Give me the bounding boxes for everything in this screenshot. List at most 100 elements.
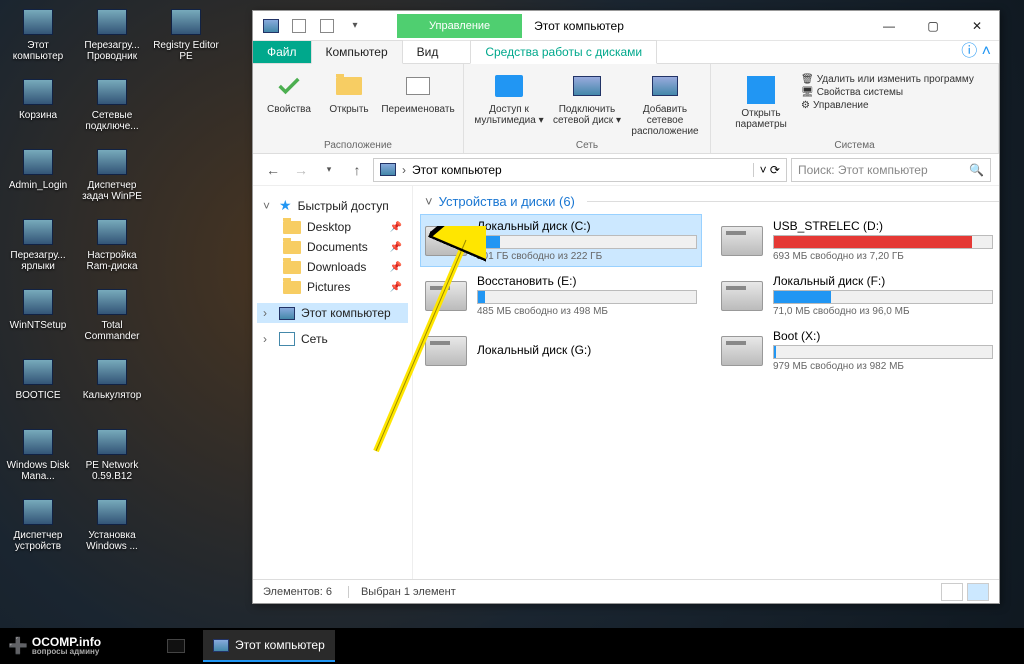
desktop-icon[interactable]: Перезагру... ярлыки (4, 214, 72, 282)
ribbon-rename-button[interactable]: Переименовать (381, 68, 455, 117)
desktop-icon[interactable]: Registry Editor PE (152, 4, 220, 72)
drive-item[interactable]: Восстановить (E:)485 МБ свободно из 498 … (421, 270, 701, 321)
folder-icon (283, 221, 301, 234)
recent-dropdown[interactable]: ▾ (317, 158, 341, 182)
nav-quick-item[interactable]: Documents📌 (257, 237, 408, 257)
file-explorer-window: ▾ Управление Этот компьютер — ▢ ✕ Файл К… (252, 10, 1000, 604)
status-bar: Элементов: 6 Выбран 1 элемент (253, 579, 999, 603)
capacity-bar (773, 235, 993, 249)
desktop-icon[interactable]: Корзина (4, 74, 72, 142)
address-bar[interactable]: › Этот компьютер ˅ ⟳ (373, 158, 787, 182)
ribbon-tabs: Файл Компьютер Вид Средства работы с дис… (253, 41, 999, 64)
app-icon (22, 286, 54, 318)
search-input[interactable]: Поиск: Этот компьютер 🔍 (791, 158, 991, 182)
drive-item[interactable]: USB_STRELEC (D:)693 МБ свободно из 7,20 … (717, 215, 997, 266)
ribbon-uninstall-link[interactable]: 🗑Удалить или изменить программу (801, 74, 974, 85)
drive-icon (721, 281, 763, 311)
view-tiles-button[interactable] (967, 583, 989, 601)
capacity-bar (477, 235, 697, 249)
desktop-icon[interactable]: Настройка Ram-диска (78, 214, 146, 282)
cmd-icon (167, 639, 185, 653)
rename-icon (402, 70, 434, 102)
capacity-bar (477, 290, 697, 304)
tab-drive-tools[interactable]: Средства работы с дисками (470, 40, 657, 64)
qat-dropdown[interactable]: ▾ (343, 15, 367, 37)
drive-item[interactable]: Локальный диск (G:) (421, 325, 701, 376)
nav-this-pc[interactable]: › Этот компьютер (257, 303, 408, 323)
desktop-icon[interactable]: Сетевые подключе... (78, 74, 146, 142)
desktop-icon[interactable]: Диспетчер устройств (4, 494, 72, 562)
pin-icon: 📌 (390, 262, 402, 273)
taskbar-explorer-button[interactable]: Этот компьютер (203, 630, 335, 662)
desktop-icon[interactable]: Total Commander (78, 284, 146, 352)
ribbon-sysprops-link[interactable]: 🖥Свойства системы (801, 87, 974, 98)
ribbon-add-location-button[interactable]: Добавить сетевое расположение (628, 68, 702, 139)
taskbar-cmd-button[interactable] (157, 630, 195, 662)
desktop-icon[interactable]: Диспетчер задач WinPE (78, 144, 146, 212)
nav-quick-item[interactable]: Downloads📌 (257, 257, 408, 277)
drive-item[interactable]: Локальный диск (F:)71,0 МБ свободно из 9… (717, 270, 997, 321)
desktop-icon[interactable]: Калькулятор (78, 354, 146, 422)
nav-quick-item[interactable]: Desktop📌 (257, 217, 408, 237)
drive-icon (721, 226, 763, 256)
nav-quick-item[interactable]: Pictures📌 (257, 277, 408, 297)
ribbon-open-button[interactable]: Открыть (321, 68, 377, 117)
view-details-button[interactable] (941, 583, 963, 601)
app-icon (96, 356, 128, 388)
nav-network[interactable]: › Сеть (257, 329, 408, 349)
desktop-icon[interactable]: Admin_Login (4, 144, 72, 212)
add-location-icon (649, 70, 681, 102)
manage-icon: ⚙ (801, 100, 810, 111)
titlebar: ▾ Управление Этот компьютер — ▢ ✕ (253, 11, 999, 41)
taskbar: ➕ OCOMP.info вопросы админу Этот компьют… (0, 628, 1024, 664)
navigation-bar: ← → ▾ ↑ › Этот компьютер ˅ ⟳ Поиск: Этот… (253, 154, 999, 186)
qat-btn[interactable] (315, 15, 339, 37)
chevron-right-icon: › (263, 306, 273, 320)
ribbon-settings-button[interactable]: Открыть параметры (729, 72, 793, 132)
desktop-icon[interactable]: Установка Windows ... (78, 494, 146, 562)
minimize-button[interactable]: — (867, 11, 911, 40)
desktop-icon[interactable]: Перезагру... Проводник (78, 4, 146, 72)
tab-file[interactable]: Файл (253, 41, 311, 63)
pc-icon (279, 307, 295, 320)
qat-btn[interactable] (287, 15, 311, 37)
app-icon (22, 76, 54, 108)
forward-button[interactable]: → (289, 158, 313, 182)
ribbon-map-drive-button[interactable]: Подключить сетевой диск ▾ (550, 68, 624, 128)
ribbon-manage-link[interactable]: ⚙Управление (801, 100, 974, 111)
ribbon: Свойства Открыть Переименовать Расположе… (253, 64, 999, 154)
app-icon (96, 6, 128, 38)
tab-computer[interactable]: Компьютер (311, 40, 403, 64)
desktop-icon[interactable]: Этот компьютер (4, 4, 72, 72)
ribbon-properties-button[interactable]: Свойства (261, 68, 317, 117)
ribbon-collapse-icon[interactable]: ⓘ ˄ (953, 35, 999, 63)
pin-icon: 📌 (390, 242, 402, 253)
group-header-devices[interactable]: ˅ Устройства и диски (6) (421, 194, 999, 209)
drive-icon (721, 336, 763, 366)
app-icon (96, 286, 128, 318)
gear-icon (745, 74, 777, 106)
ribbon-media-access-button[interactable]: Доступ к мультимедиа ▾ (472, 68, 546, 128)
desktop-icon[interactable]: BOOTICE (4, 354, 72, 422)
drive-item[interactable]: Boot (X:)979 МБ свободно из 982 МБ (717, 325, 997, 376)
network-drive-icon (571, 70, 603, 102)
address-dropdown-icon[interactable]: ˅ ⟳ (753, 163, 780, 177)
capacity-bar (773, 290, 993, 304)
desktop-icon[interactable]: Windows Disk Mana... (4, 424, 72, 492)
drive-item[interactable]: Локальный диск (C:)201 ГБ свободно из 22… (421, 215, 701, 266)
app-icon (22, 146, 54, 178)
ribbon-group-location: Свойства Открыть Переименовать Расположе… (253, 64, 464, 153)
quick-access-toolbar: ▾ (253, 15, 367, 37)
app-icon (259, 15, 283, 37)
chevron-down-icon: ˅ (263, 199, 273, 213)
tab-view[interactable]: Вид (403, 41, 453, 63)
back-button[interactable]: ← (261, 158, 285, 182)
desktop-icon[interactable]: PE Network 0.59.B12 (78, 424, 146, 492)
app-icon (170, 6, 202, 38)
ribbon-group-system: Открыть параметры 🗑Удалить или изменить … (711, 64, 999, 153)
desktop-icon[interactable]: WinNTSetup (4, 284, 72, 352)
up-button[interactable]: ↑ (345, 158, 369, 182)
explorer-body: ˅ ★ Быстрый доступ Desktop📌Documents📌Dow… (253, 186, 999, 579)
nav-quick-access[interactable]: ˅ ★ Быстрый доступ (257, 194, 408, 217)
maximize-button[interactable]: ▢ (911, 11, 955, 40)
